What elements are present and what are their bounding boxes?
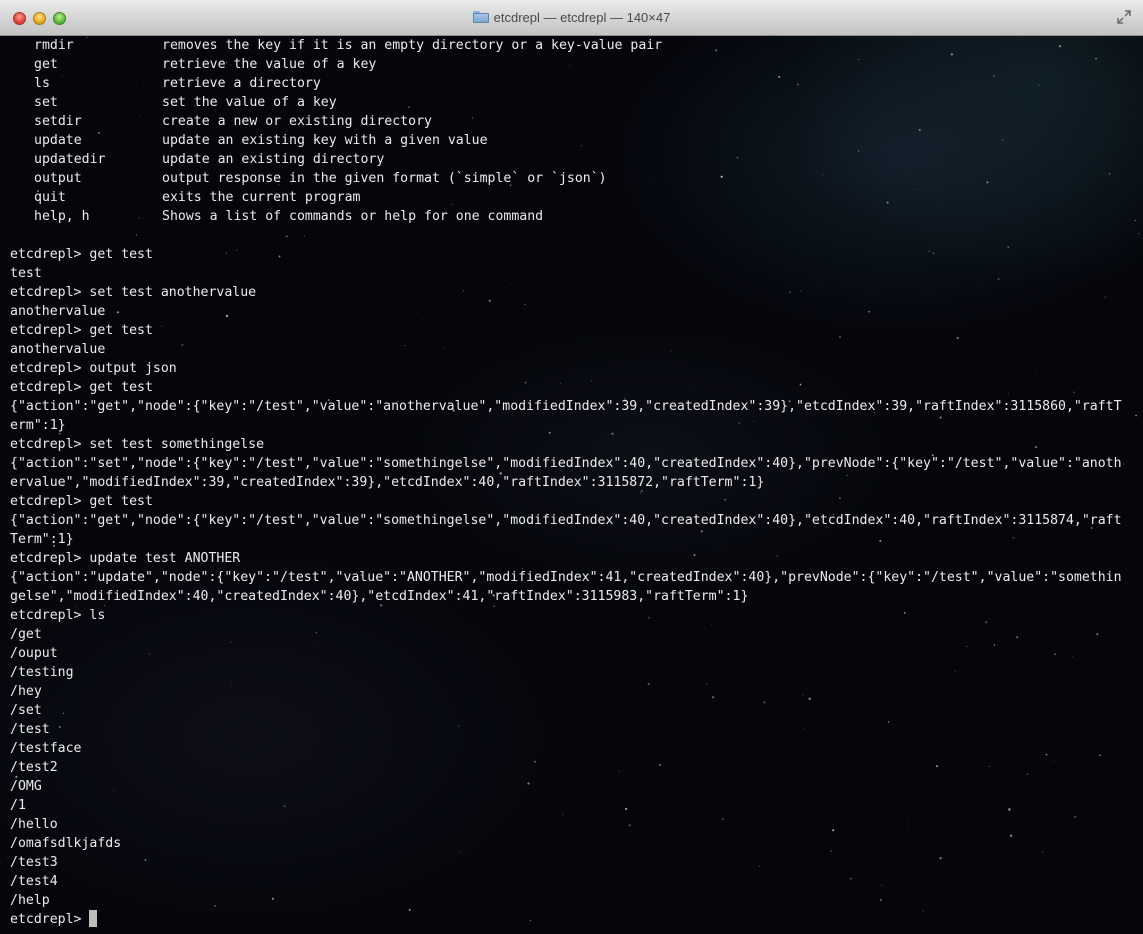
window-title-text: etcdrepl — etcdrepl — 140×47 — [493, 10, 671, 25]
prompt: etcdrepl> — [10, 912, 90, 927]
terminal-line: /get — [10, 627, 42, 642]
help-command-desc: Shows a list of commands or help for one… — [162, 209, 544, 224]
title-bar[interactable]: etcdrepl — etcdrepl — 140×47 — [0, 0, 1143, 36]
terminal-line: {"action":"get","node":{"key":"/test","v… — [10, 513, 1122, 528]
terminal-line: {"action":"get","node":{"key":"/test","v… — [10, 399, 1122, 414]
star — [1137, 232, 1140, 235]
fullscreen-icon[interactable] — [1117, 10, 1131, 24]
terminal-line: /help — [10, 893, 50, 908]
help-command-list: rmdir removes the key if it is an empty d… — [10, 36, 1135, 226]
help-command-name: update — [34, 133, 82, 148]
help-command-row: quit exits the current program — [10, 188, 1135, 207]
terminal-line: anothervalue — [10, 304, 106, 319]
terminal-line: Term":1} — [10, 532, 74, 547]
help-command-desc: exits the current program — [162, 190, 361, 205]
terminal-line: {"action":"update","node":{"key":"/test"… — [10, 570, 1122, 585]
help-command-name: setdir — [34, 114, 82, 129]
terminal-line: anothervalue — [10, 342, 106, 357]
help-command-desc: update an existing key with a given valu… — [162, 133, 488, 148]
terminal-line: ervalue","modifiedIndex":39,"createdInde… — [10, 475, 765, 490]
terminal-screen[interactable]: rmdir removes the key if it is an empty d… — [10, 36, 1135, 929]
help-command-desc: update an existing directory — [162, 152, 385, 167]
star — [0, 153, 3, 156]
terminal-line: /test3 — [10, 855, 58, 870]
terminal-line: /testface — [10, 741, 82, 756]
terminal-line: etcdrepl> ls — [10, 608, 106, 623]
help-command-row: output output response in the given forma… — [10, 169, 1135, 188]
terminal-line: etcdrepl> get test — [10, 494, 153, 509]
help-command-row: set set the value of a key — [10, 93, 1135, 112]
text-cursor — [89, 910, 98, 927]
session-output: etcdrepl> get test test etcdrepl> set test… — [10, 226, 1135, 910]
terminal-line: etcdrepl> get test — [10, 247, 153, 262]
window-title: etcdrepl — etcdrepl — 140×47 — [0, 10, 1143, 25]
help-command-name: updatedir — [34, 152, 106, 167]
help-command-row: get retrieve the value of a key — [10, 55, 1135, 74]
help-command-row: update update an existing key with a give… — [10, 131, 1135, 150]
help-command-row: updatedir update an existing directory — [10, 150, 1135, 169]
terminal-window: etcdrepl — etcdrepl — 140×47 rmdir remove… — [0, 0, 1143, 934]
help-command-desc: create a new or existing directory — [162, 114, 432, 129]
terminal-line: /hello — [10, 817, 58, 832]
terminal-line: gelse","modifiedIndex":40,"createdIndex"… — [10, 589, 749, 604]
terminal-line: test — [10, 266, 42, 281]
terminal-line: etcdrepl> get test — [10, 323, 153, 338]
help-command-name: ls — [34, 76, 50, 91]
terminal-line: /test — [10, 722, 50, 737]
star — [1135, 414, 1138, 417]
prompt-line[interactable]: etcdrepl> — [10, 910, 1135, 929]
help-command-desc: retrieve a directory — [162, 76, 321, 91]
terminal-line: /test4 — [10, 874, 58, 889]
terminal-line: /1 — [10, 798, 26, 813]
terminal-line: /omafsdlkjafds — [10, 836, 122, 851]
help-command-desc: output response in the given format (`si… — [162, 171, 607, 186]
folder-icon — [472, 11, 489, 23]
help-command-name: output — [34, 171, 82, 186]
help-command-row: help, h Shows a list of commands or help … — [10, 207, 1135, 226]
help-command-desc: retrieve the value of a key — [162, 57, 377, 72]
terminal-line: /test2 — [10, 760, 58, 775]
help-command-name: get — [34, 57, 58, 72]
terminal-line: etcdrepl> get test — [10, 380, 153, 395]
help-command-name: set — [34, 95, 58, 110]
help-command-desc: removes the key if it is an empty direct… — [162, 38, 663, 53]
help-command-name: rmdir — [34, 38, 74, 53]
terminal-line: /set — [10, 703, 42, 718]
help-command-desc: set the value of a key — [162, 95, 337, 110]
terminal-line: etcdrepl> output json — [10, 361, 177, 376]
terminal-line: etcdrepl> set test anothervalue — [10, 285, 257, 300]
help-command-row: rmdir removes the key if it is an empty d… — [10, 36, 1135, 55]
terminal-line: etcdrepl> set test somethingelse — [10, 437, 265, 452]
help-command-row: ls retrieve a directory — [10, 74, 1135, 93]
help-command-name: help, h — [34, 209, 90, 224]
help-command-row: setdir create a new or existing directory — [10, 112, 1135, 131]
terminal-content[interactable]: rmdir removes the key if it is an empty d… — [0, 36, 1143, 934]
terminal-line: /hey — [10, 684, 42, 699]
terminal-line: /testing — [10, 665, 74, 680]
terminal-line: etcdrepl> update test ANOTHER — [10, 551, 241, 566]
terminal-line: /ouput — [10, 646, 58, 661]
terminal-line: {"action":"set","node":{"key":"/test","v… — [10, 456, 1122, 471]
terminal-line: /OMG — [10, 779, 42, 794]
terminal-line: erm":1} — [10, 418, 66, 433]
star — [0, 862, 1, 864]
help-command-name: quit — [34, 190, 66, 205]
